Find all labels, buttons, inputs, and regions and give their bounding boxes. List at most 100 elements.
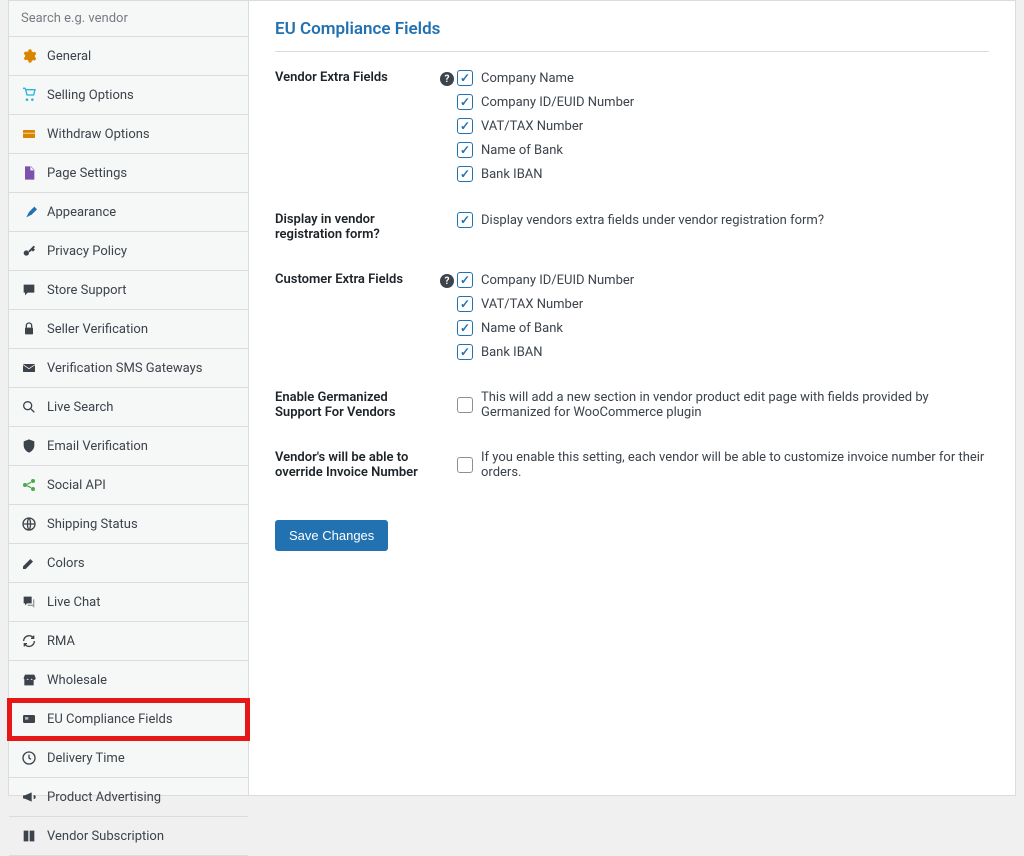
sidebar-item-delivery-time[interactable]: Delivery Time (9, 739, 248, 778)
sidebar-item-label: Social API (47, 478, 106, 493)
sidebar-item-withdraw-options[interactable]: Withdraw Options (9, 115, 248, 154)
sidebar-item-general[interactable]: General (9, 37, 248, 76)
key-icon (21, 243, 37, 259)
checkbox-option: VAT/TAX Number (457, 118, 989, 134)
search-input[interactable]: Search e.g. vendor (9, 1, 248, 37)
sidebar-item-verification-sms-gateways[interactable]: Verification SMS Gateways (9, 349, 248, 388)
sidebar-item-label: Store Support (47, 283, 127, 298)
sidebar-item-label: Seller Verification (47, 322, 148, 337)
sidebar-item-social-api[interactable]: Social API (9, 466, 248, 505)
sidebar-item-page-settings[interactable]: Page Settings (9, 154, 248, 193)
sidebar-item-label: Colors (47, 556, 85, 571)
checkbox[interactable] (457, 212, 473, 228)
main-panel: EU Compliance Fields Vendor Extra Fields… (249, 1, 1015, 795)
sidebar-item-label: Live Search (47, 400, 113, 415)
sidebar-item-colors[interactable]: Colors (9, 544, 248, 583)
checkbox[interactable] (457, 344, 473, 360)
checkbox-option: Company Name (457, 70, 989, 86)
sidebar-item-label: Vendor Subscription (47, 829, 164, 844)
sidebar-item-label: Selling Options (47, 88, 134, 103)
field-label: Vendor Extra Fields (275, 70, 437, 85)
field-label: Enable Germanized Support For Vendors (275, 390, 437, 420)
sidebar-item-live-search[interactable]: Live Search (9, 388, 248, 427)
gear-icon (21, 48, 37, 64)
checkbox[interactable] (457, 118, 473, 134)
form-row: Enable Germanized Support For VendorsThi… (275, 390, 989, 420)
sidebar-item-label: Shipping Status (47, 517, 138, 532)
settings-sidebar: Search e.g. vendor General Selling Option… (9, 1, 249, 795)
checkbox-label: Display vendors extra fields under vendo… (481, 213, 824, 228)
form-row: Vendor's will be able to override Invoic… (275, 450, 989, 480)
checkbox-label: Company ID/EUID Number (481, 95, 634, 110)
checkbox-label: Bank IBAN (481, 345, 543, 360)
chat2-icon (21, 594, 37, 610)
checkbox[interactable] (457, 320, 473, 336)
cart-icon (21, 87, 37, 103)
sidebar-item-label: Page Settings (47, 166, 127, 181)
help-icon[interactable]: ? (440, 274, 454, 288)
shield-icon (21, 438, 37, 454)
sidebar-item-label: General (47, 49, 91, 64)
checkbox-label: Name of Bank (481, 143, 563, 158)
sidebar-item-label: Delivery Time (47, 751, 125, 766)
checkbox-label: If you enable this setting, each vendor … (481, 450, 989, 480)
search-icon (21, 399, 37, 415)
checkbox-label: VAT/TAX Number (481, 297, 583, 312)
sidebar-item-label: Wholesale (47, 673, 107, 688)
checkbox-option: Name of Bank (457, 320, 989, 336)
form-row: Display in vendor registration form? Disp… (275, 212, 989, 242)
sidebar-item-label: Appearance (47, 205, 116, 220)
store-icon (21, 672, 37, 688)
checkbox-label: Company ID/EUID Number (481, 273, 634, 288)
sidebar-item-label: Email Verification (47, 439, 148, 454)
sidebar-item-product-advertising[interactable]: Product Advertising (9, 778, 248, 817)
sidebar-item-privacy-policy[interactable]: Privacy Policy (9, 232, 248, 271)
checkbox-label: VAT/TAX Number (481, 119, 583, 134)
field-label: Display in vendor registration form? (275, 212, 437, 242)
checkbox-label: Name of Bank (481, 321, 563, 336)
sidebar-item-selling-options[interactable]: Selling Options (9, 76, 248, 115)
sidebar-item-label: Privacy Policy (47, 244, 127, 259)
checkbox-option: Company ID/EUID Number (457, 94, 989, 110)
checkbox[interactable] (457, 457, 473, 473)
brush-icon (21, 204, 37, 220)
checkbox[interactable] (457, 272, 473, 288)
checkbox-option: VAT/TAX Number (457, 296, 989, 312)
sidebar-item-rma[interactable]: RMA (9, 622, 248, 661)
checkbox[interactable] (457, 166, 473, 182)
sidebar-item-wholesale[interactable]: Wholesale (9, 661, 248, 700)
field-label: Vendor's will be able to override Invoic… (275, 450, 437, 480)
help-icon[interactable]: ? (440, 72, 454, 86)
book-icon (21, 828, 37, 844)
sidebar-item-eu-compliance-fields[interactable]: EU Compliance Fields (9, 700, 248, 739)
checkbox[interactable] (457, 296, 473, 312)
sidebar-item-appearance[interactable]: Appearance (9, 193, 248, 232)
page-title: EU Compliance Fields (275, 19, 989, 52)
sidebar-item-seller-verification[interactable]: Seller Verification (9, 310, 248, 349)
sidebar-item-shipping-status[interactable]: Shipping Status (9, 505, 248, 544)
save-button[interactable]: Save Changes (275, 520, 388, 551)
sidebar-item-live-chat[interactable]: Live Chat (9, 583, 248, 622)
sidebar-item-vendor-subscription[interactable]: Vendor Subscription (9, 817, 248, 856)
sidebar-item-label: EU Compliance Fields (47, 712, 173, 727)
checkbox-option: Company ID/EUID Number (457, 272, 989, 288)
checkbox[interactable] (457, 142, 473, 158)
checkbox-option: Name of Bank (457, 142, 989, 158)
checkbox[interactable] (457, 397, 473, 413)
clock-icon (21, 750, 37, 766)
checkbox[interactable] (457, 94, 473, 110)
withdraw-icon (21, 126, 37, 142)
checkbox-label: Company Name (481, 71, 574, 86)
sidebar-item-label: Live Chat (47, 595, 100, 610)
sidebar-item-store-support[interactable]: Store Support (9, 271, 248, 310)
sidebar-item-label: RMA (47, 634, 75, 649)
checkbox-option: If you enable this setting, each vendor … (457, 450, 989, 480)
lock-icon (21, 321, 37, 337)
pencil-icon (21, 555, 37, 571)
checkbox[interactable] (457, 70, 473, 86)
mail-icon (21, 360, 37, 376)
chat-icon (21, 282, 37, 298)
sidebar-item-email-verification[interactable]: Email Verification (9, 427, 248, 466)
page-icon (21, 165, 37, 181)
globe-icon (21, 516, 37, 532)
